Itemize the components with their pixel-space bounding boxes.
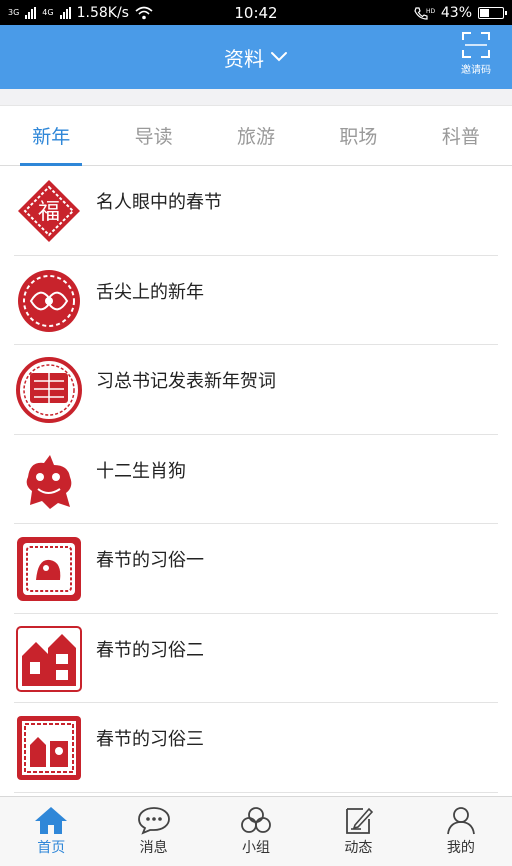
title-dropdown[interactable]: 资料: [0, 25, 512, 89]
network-speed: 1.58K/s: [76, 4, 129, 21]
nav-home[interactable]: 首页: [0, 797, 102, 866]
network-type-2: 4G: [42, 8, 54, 17]
network-type-1: 3G: [8, 8, 20, 17]
tab-science[interactable]: 科普: [410, 106, 512, 165]
clock: 10:42: [234, 3, 278, 22]
list-item[interactable]: 舌尖上的新年: [14, 256, 498, 345]
nav-profile[interactable]: 我的: [410, 797, 512, 866]
nav-label: 动态: [344, 840, 373, 856]
person-icon: [446, 807, 475, 835]
wifi-icon: [135, 6, 153, 19]
svg-text:福: 福: [38, 200, 60, 225]
svg-text:HD: HD: [426, 8, 435, 15]
list-item[interactable]: 十二生肖狗: [14, 435, 498, 524]
fu-diamond-papercut-icon: 福: [18, 180, 80, 242]
invite-label: 邀请码: [461, 65, 491, 76]
nav-label: 小组: [242, 840, 271, 856]
divider-band: [0, 89, 512, 106]
nav-messages[interactable]: 消息: [102, 797, 204, 866]
tab-career[interactable]: 职场: [307, 106, 409, 165]
home-icon: [35, 807, 68, 834]
building-papercut-icon: [16, 625, 82, 692]
list-item[interactable]: 春节的习俗三: [14, 703, 498, 793]
nav-feed[interactable]: 动态: [307, 797, 409, 866]
round-papercut-icon: [18, 269, 80, 332]
list-item[interactable]: 福 名人眼中的春节: [14, 166, 498, 256]
chat-bubble-icon: [137, 807, 170, 835]
tab-label: 导读: [134, 126, 173, 148]
article-title: 十二生肖狗: [96, 460, 186, 482]
app-header: 资料 邀请码: [0, 25, 512, 89]
chevron-down-icon: [271, 52, 287, 62]
edit-note-icon: [346, 807, 374, 834]
status-left: 3G 4G 1.58K/s: [8, 5, 198, 21]
list-item[interactable]: 春节的习俗二: [14, 614, 498, 703]
square-papercut-icon: [17, 537, 81, 601]
article-title: 习总书记发表新年贺词: [96, 371, 276, 392]
scan-icon: [462, 32, 490, 58]
list-item[interactable]: 习总书记发表新年贺词: [14, 345, 498, 435]
nav-groups[interactable]: 小组: [205, 797, 307, 866]
invite-code-button[interactable]: 邀请码: [454, 31, 498, 76]
dog-papercut-icon: [26, 454, 72, 509]
new-year-seal-icon: [16, 357, 82, 423]
signal-icon: [25, 6, 37, 19]
page-title: 资料: [224, 46, 264, 71]
tab-new-year[interactable]: 新年: [0, 106, 102, 166]
tab-label: 旅游: [237, 126, 276, 148]
tab-label: 新年: [32, 126, 71, 148]
bottom-nav: 首页 消息 小组 动态 我的: [0, 796, 512, 866]
article-title: 春节的习俗三: [96, 729, 204, 750]
battery-percent: 43%: [440, 4, 472, 21]
tab-label: 职场: [339, 126, 378, 148]
nav-label: 我的: [446, 840, 475, 856]
signal-icon-2: [59, 6, 71, 19]
scene-papercut-icon: [17, 716, 81, 780]
article-title: 春节的习俗一: [96, 550, 204, 571]
article-title: 名人眼中的春节: [96, 192, 222, 213]
tab-travel[interactable]: 旅游: [205, 106, 307, 165]
article-title: 春节的习俗二: [96, 639, 204, 661]
tab-guide[interactable]: 导读: [102, 106, 204, 165]
nav-label: 消息: [139, 840, 168, 856]
status-right: HD 43%: [314, 4, 507, 21]
group-circles-icon: [241, 807, 271, 833]
hd-call-icon: HD: [414, 6, 435, 20]
battery-icon: [478, 6, 507, 19]
battery-level: [480, 8, 490, 17]
category-tabs: 新年 导读 旅游 职场 科普: [0, 106, 512, 166]
status-bar: 3G 4G 1.58K/s 10:42 HD 43%: [0, 0, 512, 25]
nav-label: 首页: [37, 840, 66, 856]
list-item[interactable]: 春节的习俗一: [14, 524, 498, 614]
tab-label: 科普: [441, 126, 480, 148]
article-list: 福 名人眼中的春节 舌尖上的新年 习总书记发表新年贺词 十二生肖狗 春节的习俗一…: [14, 166, 498, 793]
article-title: 舌尖上的新年: [96, 281, 204, 303]
